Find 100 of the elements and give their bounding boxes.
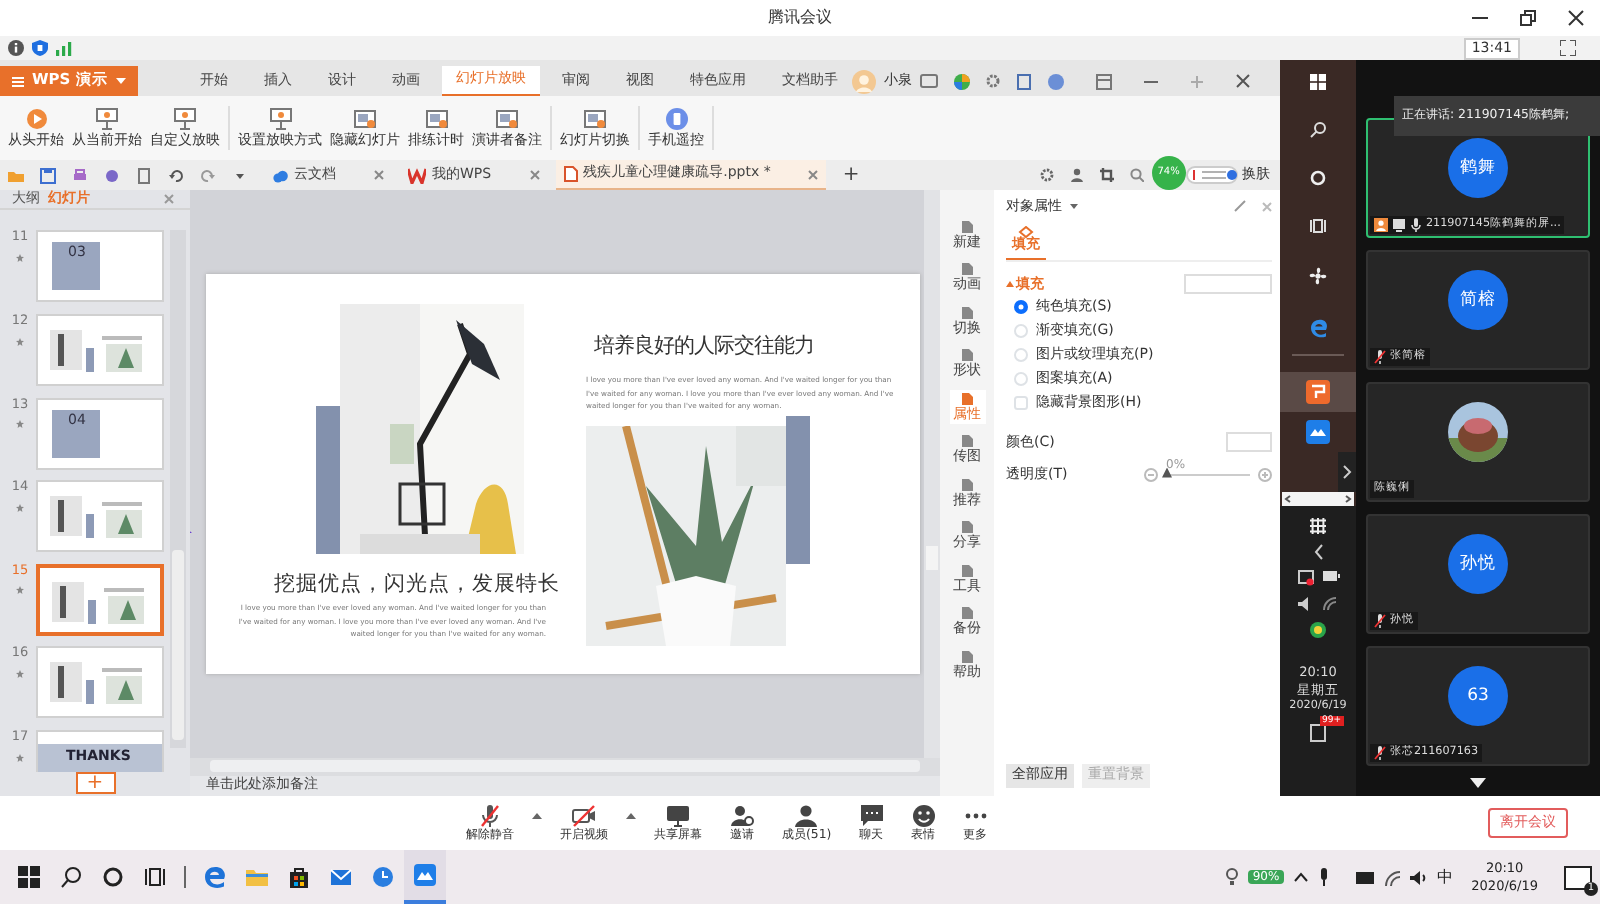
scroll-down-icon[interactable] xyxy=(1470,778,1486,788)
star-icon xyxy=(16,503,24,512)
store-icon[interactable] xyxy=(288,866,310,888)
avatar: 孙悦 xyxy=(1448,534,1508,594)
checkbox[interactable] xyxy=(1014,395,1028,410)
phone-icon xyxy=(665,107,687,130)
wifi-icon[interactable] xyxy=(1383,869,1400,885)
document-icon xyxy=(960,563,974,578)
horizontal-scrollbar[interactable] xyxy=(210,760,920,772)
pin-icon[interactable] xyxy=(1234,200,1246,213)
mail-icon[interactable] xyxy=(330,866,352,888)
slide-thumbnail[interactable] xyxy=(36,563,164,636)
wps-logo-icon xyxy=(408,167,426,183)
crop-icon[interactable] xyxy=(1099,168,1114,182)
chevron-left-icon[interactable] xyxy=(1313,544,1323,560)
color-dropdown[interactable] xyxy=(1226,432,1272,453)
bulb-icon[interactable] xyxy=(1226,868,1239,886)
caret-icon[interactable] xyxy=(626,811,636,820)
close-icon[interactable] xyxy=(1235,74,1250,88)
radio-button[interactable] xyxy=(1014,299,1028,314)
camera-off-icon xyxy=(572,803,596,828)
document-icon[interactable] xyxy=(1015,73,1032,89)
add-person-icon xyxy=(730,803,754,828)
meeting-app-icon[interactable] xyxy=(1306,420,1330,444)
close-icon[interactable] xyxy=(1568,10,1584,26)
search-icon[interactable] xyxy=(60,866,82,888)
projector-icon xyxy=(174,107,196,130)
star-icon xyxy=(16,420,24,429)
cortana-icon[interactable] xyxy=(102,866,124,888)
info-icon[interactable] xyxy=(8,40,24,56)
document-icon xyxy=(960,262,974,277)
gear-icon[interactable] xyxy=(985,74,1000,88)
document-icon xyxy=(960,391,974,406)
projector-icon xyxy=(269,107,291,130)
document-icon xyxy=(960,434,974,449)
slider-thumb[interactable] xyxy=(1162,467,1172,478)
caret-icon[interactable] xyxy=(1070,202,1078,211)
collapse-icon[interactable] xyxy=(1006,280,1014,289)
task-view-icon[interactable] xyxy=(144,866,166,888)
input-method[interactable]: 中 xyxy=(1437,867,1454,887)
slide-heading: 挖掘优点，闪光点，发展特长 xyxy=(274,572,560,598)
fan-icon[interactable] xyxy=(1308,266,1328,286)
slide-thumbnail[interactable] xyxy=(36,313,164,386)
browser-icon[interactable] xyxy=(1309,318,1327,338)
save-icon[interactable] xyxy=(40,167,56,183)
shield-icon[interactable] xyxy=(32,40,48,56)
search-icon[interactable] xyxy=(1310,122,1326,138)
windows-logo-icon[interactable] xyxy=(18,866,40,888)
circle-icon[interactable] xyxy=(1310,170,1326,186)
wifi-icon[interactable] xyxy=(1322,596,1338,612)
document-icon xyxy=(960,348,974,363)
document-icon xyxy=(960,649,974,664)
help-icon[interactable] xyxy=(1047,73,1064,89)
folder-icon[interactable] xyxy=(246,866,268,888)
projector-icon xyxy=(96,107,118,130)
speaker-icon[interactable] xyxy=(1409,869,1428,885)
undo-icon[interactable] xyxy=(168,167,184,183)
meeting-app-icon[interactable] xyxy=(414,864,436,886)
slide-thumbnail[interactable] xyxy=(36,646,164,719)
smiley-icon xyxy=(911,803,936,828)
windows-logo-icon[interactable] xyxy=(1310,74,1326,90)
star-icon xyxy=(16,670,24,679)
horizontal-scrollbar-icon[interactable] xyxy=(1282,492,1354,506)
notification-icon[interactable] xyxy=(1310,724,1326,743)
document-icon xyxy=(960,477,974,492)
preview-icon[interactable] xyxy=(136,167,152,183)
layout-icon[interactable] xyxy=(1095,73,1112,89)
star-icon xyxy=(16,586,24,595)
file-icon xyxy=(563,166,578,182)
star-icon xyxy=(16,254,24,263)
message-icon[interactable] xyxy=(919,73,938,89)
person-icon[interactable] xyxy=(1069,168,1084,182)
document-icon xyxy=(960,220,974,234)
new-tab-button[interactable]: + xyxy=(834,160,868,190)
colorful-ball-icon[interactable] xyxy=(953,73,970,89)
meeting-app-button[interactable] xyxy=(404,850,446,904)
gear-icon[interactable] xyxy=(1039,168,1054,182)
star-icon xyxy=(16,753,24,762)
scrollbar-thumb[interactable] xyxy=(172,550,184,741)
network-speed-drawing xyxy=(1185,166,1238,184)
clock-icon[interactable] xyxy=(372,866,394,888)
chevron-up-icon[interactable] xyxy=(1293,872,1308,882)
print-icon[interactable] xyxy=(72,167,88,183)
slide-icon xyxy=(425,107,447,130)
value-field[interactable] xyxy=(1184,274,1272,295)
caret-icon[interactable] xyxy=(532,811,542,820)
microphone-icon[interactable] xyxy=(1317,868,1330,886)
browser-icon[interactable] xyxy=(204,866,226,888)
presentation-app-icon[interactable] xyxy=(1306,380,1330,404)
grid-icon[interactable] xyxy=(1310,518,1326,534)
chevron-right-icon[interactable] xyxy=(1338,452,1356,492)
fullscreen-icon[interactable] xyxy=(1560,40,1576,56)
speaker-icon[interactable] xyxy=(1298,596,1314,612)
keyboard-icon[interactable] xyxy=(1355,871,1374,883)
slide-thumbnail[interactable] xyxy=(36,480,164,553)
battery-icon[interactable] xyxy=(1321,570,1339,582)
ball-icon[interactable] xyxy=(1310,622,1326,638)
signal-icon[interactable] xyxy=(56,40,72,56)
screen-record-icon[interactable] xyxy=(1297,570,1313,586)
scrollbar-thumb[interactable] xyxy=(926,546,938,570)
